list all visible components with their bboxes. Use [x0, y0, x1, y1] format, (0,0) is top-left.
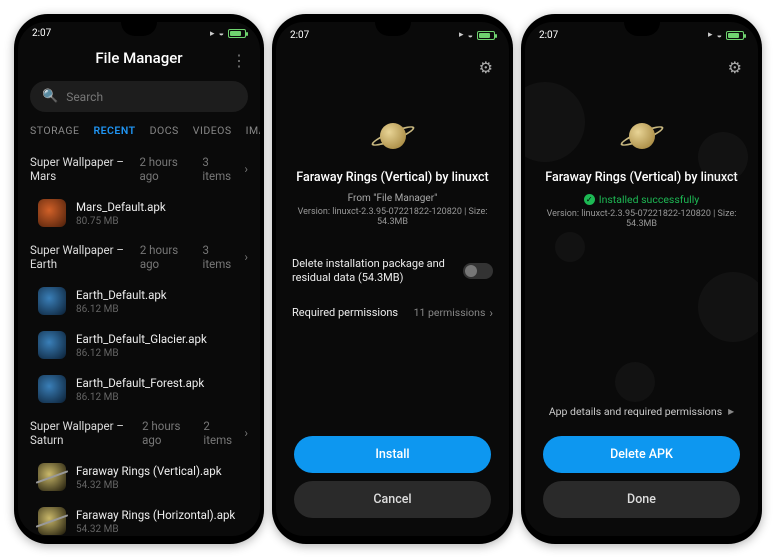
- section-header[interactable]: Super Wallpaper – Saturn 2 hours ago 2 i…: [18, 411, 260, 455]
- file-row[interactable]: Earth_Default.apk 86.12 MB: [18, 279, 260, 323]
- file-name: Earth_Default.apk: [76, 288, 167, 302]
- section-count: 2 items: [203, 419, 234, 447]
- check-icon: ✓: [584, 194, 595, 205]
- app-icon: [371, 114, 415, 158]
- file-size: 86.12 MB: [76, 304, 167, 315]
- file-size: 86.12 MB: [76, 348, 207, 359]
- section-title: Super Wallpaper – Mars: [30, 155, 133, 183]
- toggle-label: Delete installation package and residual…: [292, 257, 463, 286]
- section-age: 2 hours ago: [139, 155, 190, 183]
- phone-installer: 2:07 ▸ ◒ ⚙ Faraway Rings (Vertical) by l…: [272, 14, 513, 544]
- app-title: Faraway Rings (Vertical) by linuxct: [545, 170, 737, 185]
- app-header: File Manager ⋮: [18, 41, 260, 75]
- file-row[interactable]: Faraway Rings (Vertical).apk 54.32 MB: [18, 455, 260, 499]
- chevron-right-icon: ›: [244, 250, 248, 264]
- file-row[interactable]: Earth_Default_Glacier.apk 86.12 MB: [18, 323, 260, 367]
- app-title: Faraway Rings (Vertical) by linuxct: [296, 170, 488, 185]
- file-name: Earth_Default_Forest.apk: [76, 376, 204, 390]
- search-icon: 🔍: [42, 89, 58, 104]
- permissions-row[interactable]: Required permissions 11 permissions ›: [290, 296, 495, 330]
- file-row[interactable]: Faraway Rings (Horizontal).apk 54.32 MB: [18, 499, 260, 536]
- app-icon: [620, 114, 664, 158]
- toggle-switch[interactable]: [463, 263, 493, 279]
- tab-recent[interactable]: RECENT: [93, 124, 135, 137]
- saturn-icon: [38, 463, 66, 491]
- section-title: Super Wallpaper – Saturn: [30, 419, 136, 447]
- overflow-menu-icon[interactable]: ⋮: [231, 51, 246, 70]
- file-size: 54.32 MB: [76, 524, 235, 535]
- battery-icon: [726, 31, 744, 40]
- permissions-count: 11 permissions: [414, 306, 486, 319]
- file-name: Faraway Rings (Vertical).apk: [76, 464, 222, 478]
- search-placeholder: Search: [66, 90, 103, 104]
- done-button[interactable]: Done: [543, 481, 740, 518]
- signal-icon: ▸: [210, 29, 215, 39]
- file-name: Faraway Rings (Horizontal).apk: [76, 508, 235, 522]
- tab-storage[interactable]: STORAGE: [30, 124, 79, 137]
- tab-docs[interactable]: DOCS: [150, 124, 179, 137]
- file-size: 86.12 MB: [76, 392, 204, 403]
- chevron-right-icon: ›: [489, 306, 493, 320]
- install-button[interactable]: Install: [294, 436, 491, 473]
- section-count: 3 items: [202, 155, 234, 183]
- status-time: 2:07: [290, 30, 309, 41]
- settings-icon[interactable]: ⚙: [479, 58, 493, 77]
- file-name: Mars_Default.apk: [76, 200, 166, 214]
- cancel-button[interactable]: Cancel: [294, 481, 491, 518]
- file-row[interactable]: Earth_Default_Forest.apk 86.12 MB: [18, 367, 260, 411]
- status-time: 2:07: [539, 30, 558, 41]
- permissions-label: Required permissions: [292, 306, 414, 320]
- earth-icon: [38, 287, 66, 315]
- app-details-row[interactable]: App details and required permissions ▸: [543, 394, 740, 428]
- section-count: 3 items: [203, 243, 235, 271]
- chevron-right-icon: ›: [244, 426, 248, 440]
- page-title: File Manager: [95, 49, 182, 67]
- mars-icon: [38, 199, 66, 227]
- earth-icon: [38, 331, 66, 359]
- wifi-icon: ◒: [717, 30, 722, 41]
- saturn-icon: [38, 507, 66, 535]
- phone-file-manager: 2:07 ▸ ◒ File Manager ⋮ 🔍 Search STORAGE…: [14, 14, 264, 544]
- search-input[interactable]: 🔍 Search: [30, 81, 248, 112]
- delete-apk-button[interactable]: Delete APK: [543, 436, 740, 473]
- phone-installed: 2:07 ▸ ◒ ⚙ Faraway Rings (Vertical) by l…: [521, 14, 762, 544]
- file-row[interactable]: Mars_Default.apk 80.75 MB: [18, 191, 260, 235]
- section-title: Super Wallpaper – Earth: [30, 243, 134, 271]
- details-label: App details and required permissions: [549, 405, 722, 418]
- tab-imag[interactable]: IMAG: [246, 124, 260, 137]
- section-age: 2 hours ago: [142, 419, 191, 447]
- section-age: 2 hours ago: [140, 243, 191, 271]
- success-line: ✓ Installed successfully: [584, 193, 700, 206]
- section-header[interactable]: Super Wallpaper – Mars 2 hours ago 3 ite…: [18, 147, 260, 191]
- battery-icon: [477, 31, 495, 40]
- settings-icon[interactable]: ⚙: [728, 58, 742, 77]
- success-text: Installed successfully: [599, 193, 700, 206]
- wifi-icon: ◒: [468, 30, 473, 41]
- signal-icon: ▸: [708, 30, 713, 40]
- tab-bar: STORAGE RECENT DOCS VIDEOS IMAG: [18, 118, 260, 147]
- chevron-right-icon: ›: [244, 162, 248, 176]
- file-size: 54.32 MB: [76, 480, 222, 491]
- version-line: Version: linuxct-2.3.95-07221822-120820 …: [290, 207, 495, 227]
- from-line: From "File Manager": [348, 193, 438, 204]
- chevron-right-icon: ▸: [728, 404, 734, 418]
- version-line: Version: linuxct-2.3.95-07221822-120820 …: [539, 209, 744, 229]
- battery-icon: [228, 29, 246, 38]
- wifi-icon: ◒: [219, 28, 224, 39]
- status-time: 2:07: [32, 28, 51, 39]
- section-header[interactable]: Super Wallpaper – Earth 2 hours ago 3 it…: [18, 235, 260, 279]
- tab-videos[interactable]: VIDEOS: [193, 124, 232, 137]
- earth-icon: [38, 375, 66, 403]
- signal-icon: ▸: [459, 30, 464, 40]
- delete-package-toggle-row[interactable]: Delete installation package and residual…: [290, 247, 495, 296]
- file-size: 80.75 MB: [76, 216, 166, 227]
- file-name: Earth_Default_Glacier.apk: [76, 332, 207, 346]
